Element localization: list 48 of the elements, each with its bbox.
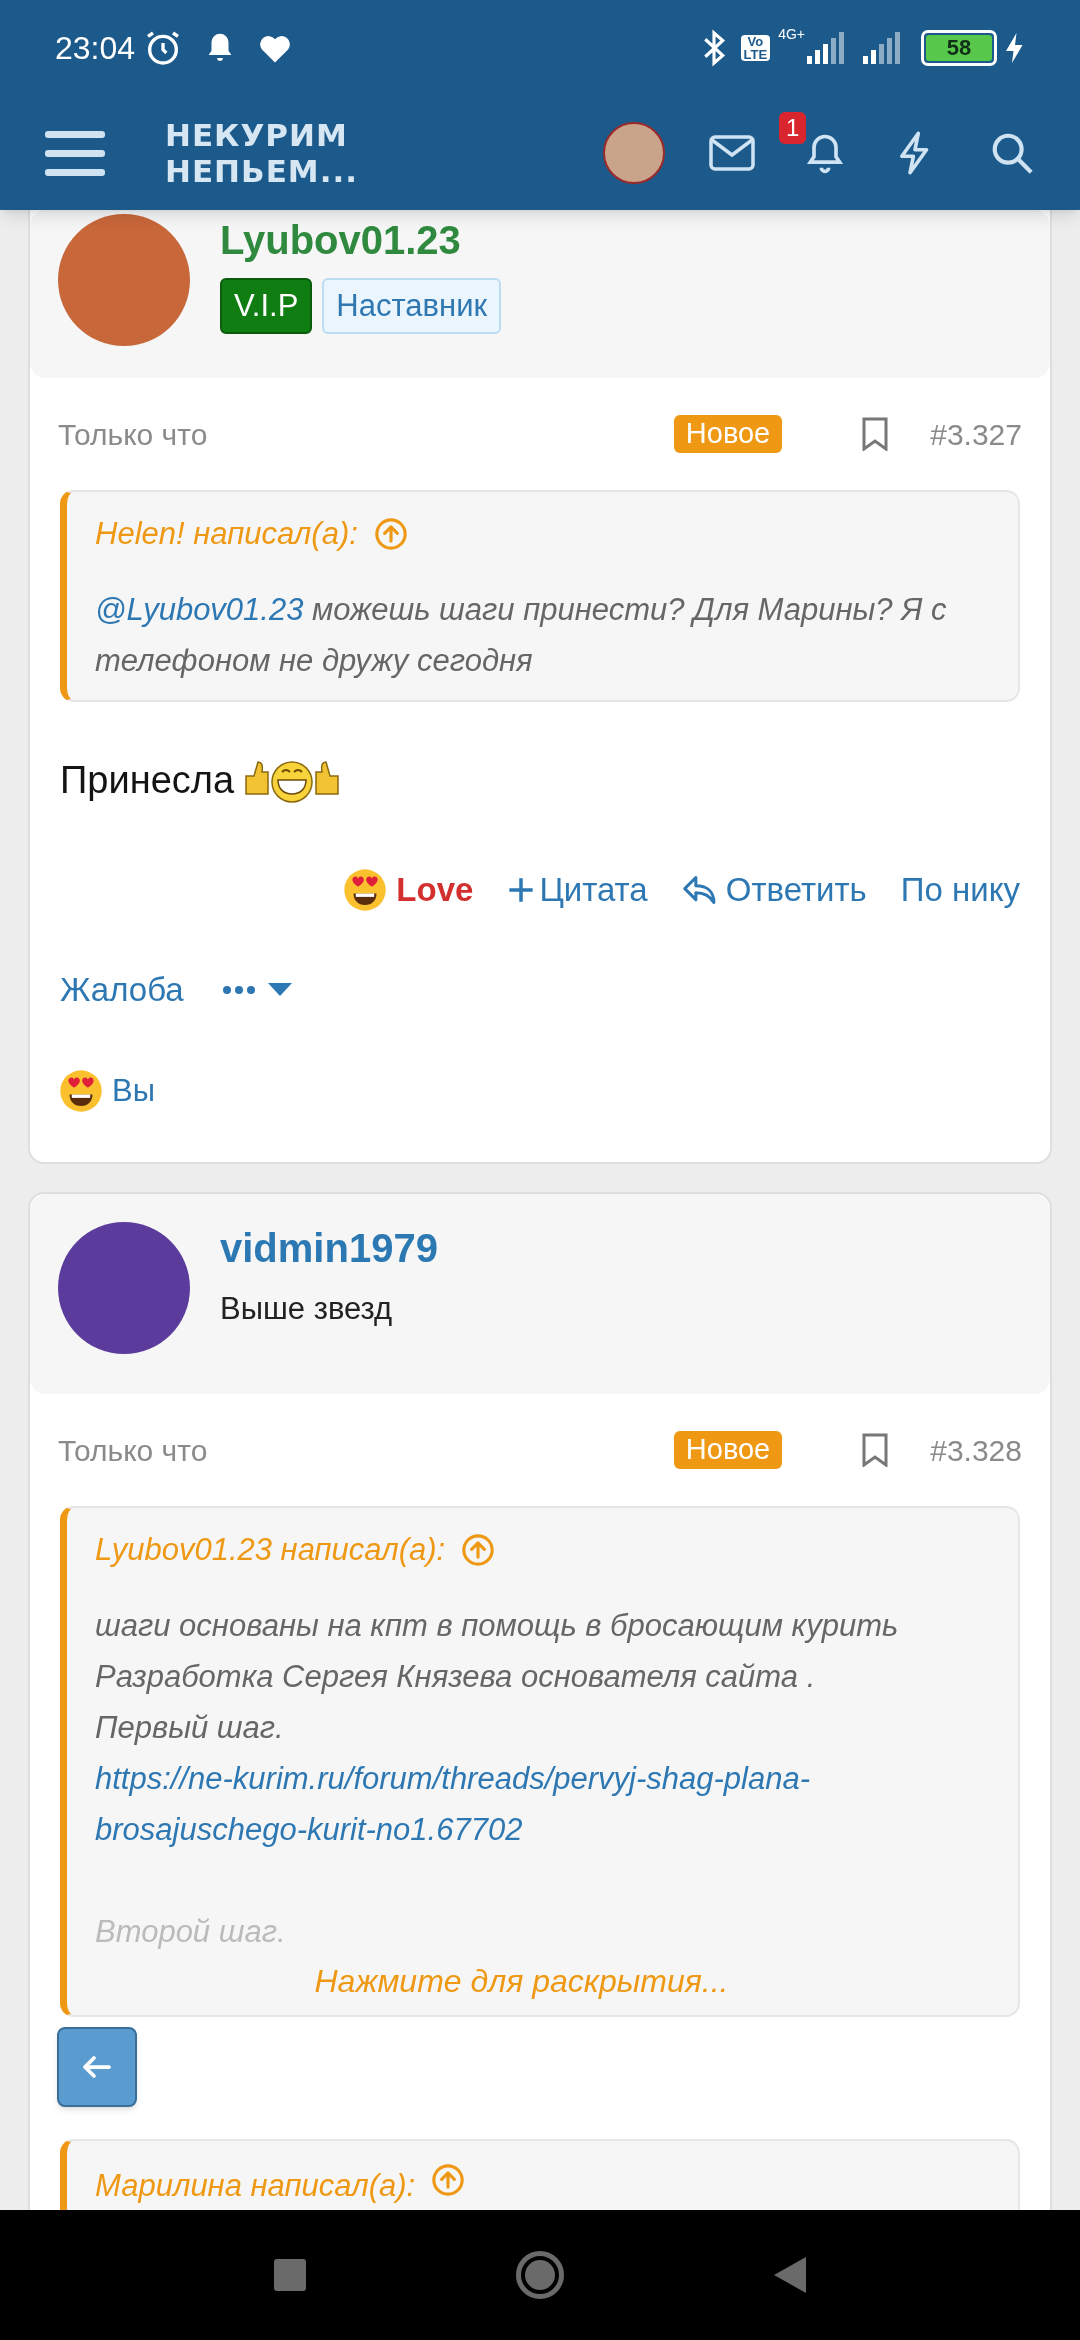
post-time: Только что xyxy=(58,1432,209,1469)
new-label: Новое xyxy=(673,415,783,453)
faded-quote-text: Второй шаг. xyxy=(95,1913,287,1951)
ellipsis-icon xyxy=(221,985,256,995)
new-label: Новое xyxy=(673,1431,783,1469)
caret-down-icon xyxy=(267,983,292,997)
quote-button[interactable]: Цитата xyxy=(507,865,648,915)
reply-button[interactable]: Ответить xyxy=(681,865,867,915)
user-badge: Наставник xyxy=(322,278,502,334)
username-link[interactable]: vidmin1979 xyxy=(220,1222,438,1274)
quote-text: Первый шаг. xyxy=(95,1709,285,1747)
mail-icon[interactable] xyxy=(709,134,755,171)
plus-icon xyxy=(507,876,536,904)
volte-label: LTE xyxy=(743,47,768,61)
bookmark-icon[interactable] xyxy=(862,417,889,451)
action-link[interactable]: Жалоба xyxy=(60,965,184,1015)
notification-badge: 1 xyxy=(779,111,807,144)
clock: 23:04 xyxy=(55,28,136,68)
logo-text: НЕПЬЕМ... xyxy=(165,152,359,189)
back-button[interactable] xyxy=(57,2027,137,2107)
user-mention-link[interactable]: @Lyubov01.23 xyxy=(95,592,304,627)
quote-text: шаги основаны на кпт в помощь в бросающим курить Разработка Сергея Князева основателя сайта . xyxy=(95,1607,900,1696)
post-number[interactable]: #3.327 xyxy=(930,411,1022,457)
heart-eyes-emoji-icon xyxy=(58,1068,104,1114)
reaction-summary[interactable]: Вы xyxy=(30,1056,1050,1126)
thread-link[interactable]: https://ne-kurim.ru/forum/threads/pervyj-shag-plana-brosajuschego-kurit-no1.67702 xyxy=(95,1753,948,1855)
post-number[interactable]: #3.328 xyxy=(930,1427,1022,1473)
user-title: Выше звезд xyxy=(220,1290,394,1328)
home-button[interactable] xyxy=(516,2251,564,2299)
charging-bolt-icon xyxy=(1005,32,1025,63)
network-type: 4G+ xyxy=(778,25,805,44)
action-link[interactable]: По нику xyxy=(900,865,1020,915)
back-nav-icon[interactable] xyxy=(774,2257,806,2293)
menu-icon[interactable] xyxy=(45,128,105,177)
quote-text: @Lyubov01.23 можешь шаги принести? Для Марины? Я с телефоном не дружу сегодня xyxy=(95,591,948,680)
battery-level: 58 xyxy=(926,34,992,61)
post-text: Принесла xyxy=(60,757,235,803)
reply-arrow-icon xyxy=(681,874,718,906)
site-logo[interactable]: НЕКУРИМ НЕПЬЕМ... xyxy=(165,116,359,189)
user-badge: V.I.P xyxy=(220,278,313,334)
bookmark-icon[interactable] xyxy=(862,1433,889,1467)
username-link[interactable]: Lyubov01.23 xyxy=(220,214,502,266)
reaction-button[interactable]: Love xyxy=(342,865,474,915)
volte-label: Vo xyxy=(747,34,764,48)
post-time: Только что xyxy=(58,416,209,453)
reaction-users: Вы xyxy=(112,1071,155,1110)
logo-text: НЕКУРИМ xyxy=(165,116,349,153)
heart-eyes-emoji-icon xyxy=(342,867,389,913)
